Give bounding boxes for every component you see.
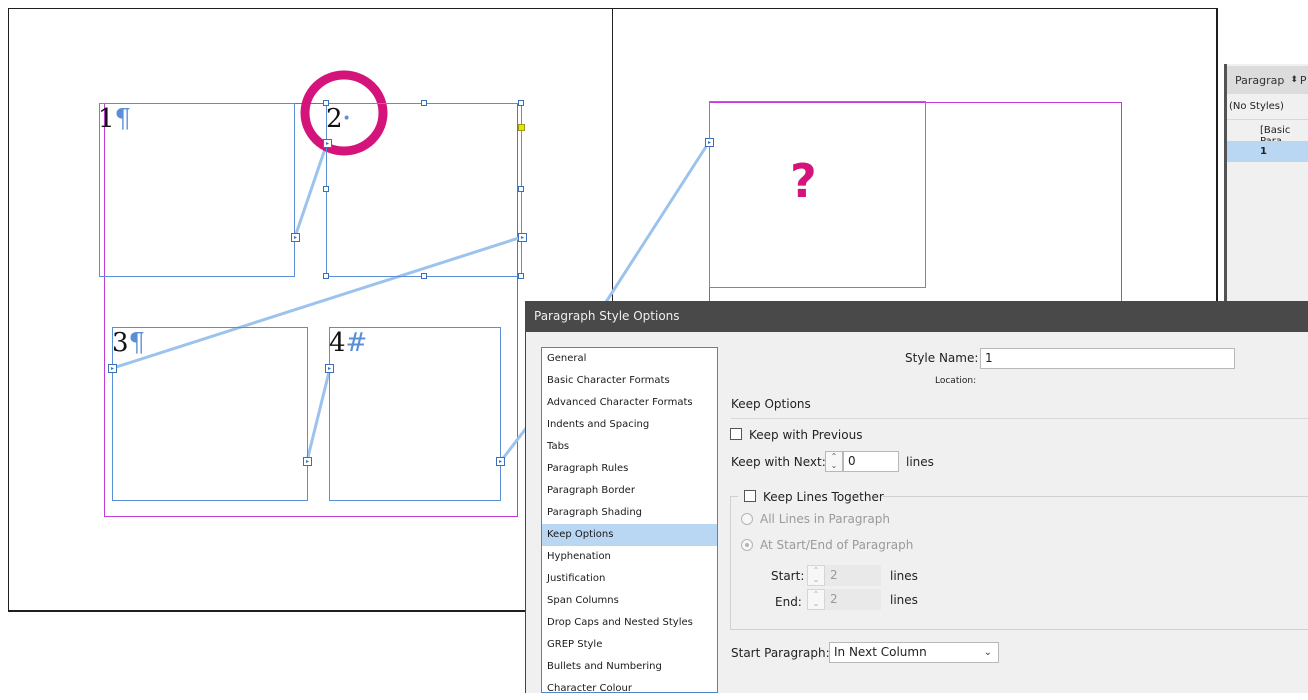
category-justification[interactable]: Justification [542,568,717,590]
section-title: Keep Options [731,397,811,411]
panel-tab-extra: P [1299,73,1307,87]
frame-2-number: 2 [326,104,343,134]
category-general[interactable]: General [542,348,717,370]
selection-handle[interactable] [421,100,427,106]
category-character-colour[interactable]: Character Colour [542,678,717,700]
selection-handle[interactable] [323,186,329,192]
selection-handle[interactable] [323,273,329,279]
paragraph-styles-panel [1224,64,1308,304]
category-items: General Basic Character Formats Advanced… [542,348,717,700]
category-paragraph-border[interactable]: Paragraph Border [542,480,717,502]
category-basic-character-formats[interactable]: Basic Character Formats [542,370,717,392]
category-paragraph-rules[interactable]: Paragraph Rules [542,458,717,480]
category-paragraph-shading[interactable]: Paragraph Shading [542,502,717,524]
frame-4-out-port[interactable]: ▸ [496,457,505,466]
category-tabs[interactable]: Tabs [542,436,717,458]
start-paragraph-select[interactable]: In Next Column ⌄ [829,642,999,663]
start-stepper[interactable]: ⌃ ⌄ [807,565,825,586]
frame-4-text: 4# [329,330,367,356]
all-lines-label: All Lines in Paragraph [760,512,890,526]
frame-1-text: 1¶ [98,106,131,132]
dialog-title[interactable]: Paragraph Style Options [525,301,1308,332]
at-start-end-radio[interactable] [741,539,753,551]
frame-4-in-port[interactable]: ▸ [325,364,334,373]
keep-with-next-label: Keep with Next: [731,455,826,469]
panel-tab-updown-icon: ⬍ [1290,75,1298,85]
style-row-1-selected[interactable] [1227,141,1308,162]
frame-2-text: 2• [326,106,351,132]
all-lines-radio[interactable] [741,513,753,525]
category-grep-style[interactable]: GREP Style [542,634,717,656]
keep-lines-together-label: Keep Lines Together [763,490,884,504]
category-drop-caps-nested-styles[interactable]: Drop Caps and Nested Styles [542,612,717,634]
question-mark-annotation: ? [790,154,817,208]
keep-with-next-stepper[interactable]: ⌃ ⌄ [825,451,843,472]
style-row-1-label: 1 [1260,146,1267,157]
style-row-no-styles[interactable]: (No Styles) [1229,101,1284,112]
text-frame-right-page[interactable] [709,101,926,288]
section-separator [731,418,1308,419]
end-label: End: [775,595,802,609]
start-paragraph-value: In Next Column [834,645,927,659]
paragraph-styles-tab[interactable]: Paragrap ⬍ P [1227,66,1308,94]
frame-2-out-port[interactable]: ▸ [518,233,527,242]
frame-2-in-port[interactable]: ▸ [323,139,332,148]
category-indents-spacing[interactable]: Indents and Spacing [542,414,717,436]
at-start-end-label: At Start/End of Paragraph [760,538,914,552]
frame-3-number: 3 [112,328,129,358]
start-paragraph-label: Start Paragraph: [731,646,830,660]
selection-handle[interactable] [518,186,524,192]
frame-3-text: 3¶ [112,330,145,356]
frame-edge-marker[interactable] [518,124,525,131]
location-label: Location: [935,376,977,386]
frame-4-number: 4 [329,328,346,358]
keep-lines-together-checkbox[interactable] [744,490,756,502]
frame-3-in-port[interactable]: ▸ [108,364,117,373]
frame-3-out-port[interactable]: ▸ [303,457,312,466]
thread-line-3-4 [305,367,332,462]
style-name-label: Style Name: [905,351,979,365]
start-unit: lines [890,569,918,583]
keep-with-next-unit: lines [906,455,934,469]
category-bullets-numbering[interactable]: Bullets and Numbering [542,656,717,678]
category-keep-options[interactable]: Keep Options [542,524,717,546]
frame-3-mark: ¶ [128,328,146,358]
selection-handle[interactable] [323,100,329,106]
frame-1-number: 1 [98,104,115,134]
text-frame-2[interactable] [326,103,522,277]
start-input[interactable]: 2 [825,565,881,586]
panel-tab-label: Paragrap [1235,73,1285,87]
category-hyphenation[interactable]: Hyphenation [542,546,717,568]
frame-4-mark: # [345,328,368,358]
frame-2-mark: • [342,111,351,127]
style-name-input[interactable]: 1 [980,348,1235,369]
end-input[interactable]: 2 [825,589,881,610]
end-stepper[interactable]: ⌃ ⌄ [807,589,825,610]
right-frame-in-port[interactable]: ▸ [705,138,714,147]
panel-divider [1227,119,1308,120]
category-list[interactable]: General Basic Character Formats Advanced… [541,347,718,694]
selection-handle[interactable] [518,273,524,279]
category-advanced-character-formats[interactable]: Advanced Character Formats [542,392,717,414]
selection-handle[interactable] [518,100,524,106]
end-unit: lines [890,593,918,607]
start-label: Start: [771,569,805,583]
frame-1-out-port[interactable]: ▸ [291,233,300,242]
keep-with-previous-label: Keep with Previous [749,428,863,442]
keep-with-next-input[interactable]: 0 [843,451,899,472]
category-span-columns[interactable]: Span Columns [542,590,717,612]
chevron-down-icon: ⌄ [983,647,992,658]
keep-with-previous-checkbox[interactable] [730,428,742,440]
selection-handle[interactable] [421,273,427,279]
frame-1-mark: ¶ [114,104,132,134]
